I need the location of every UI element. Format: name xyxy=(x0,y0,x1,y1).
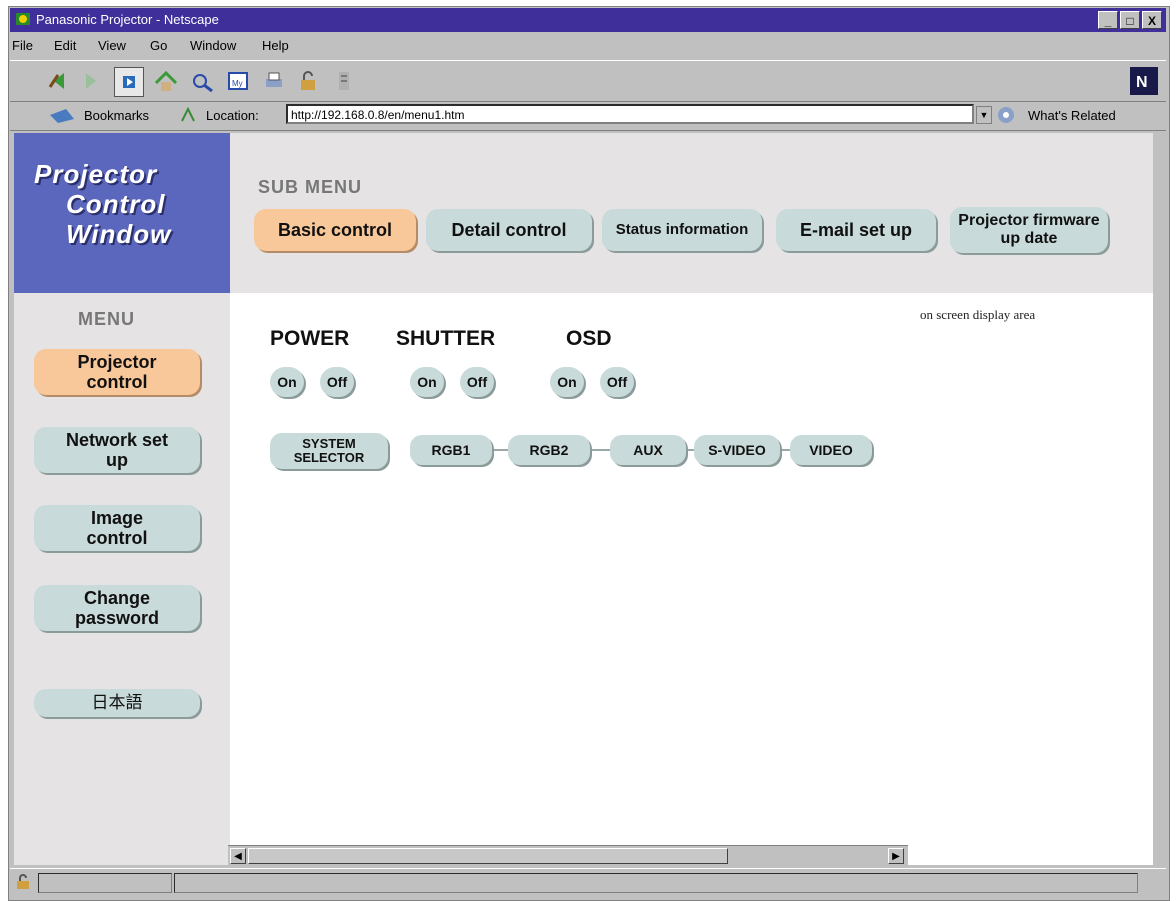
menu-help[interactable]: Help xyxy=(262,38,289,53)
menu-heading: MENU xyxy=(78,309,135,329)
menu-file[interactable]: File xyxy=(12,38,33,53)
minimize-button[interactable]: _ xyxy=(1098,11,1118,29)
osd-off-button[interactable]: Off xyxy=(600,367,634,397)
window-title: Panasonic Projector - Netscape xyxy=(36,12,219,27)
page-proxy-icon[interactable] xyxy=(178,105,198,125)
submenu-detail-control[interactable]: Detail control xyxy=(426,209,592,251)
input-rgb1-button[interactable]: RGB1 xyxy=(410,435,492,465)
osd-on-button[interactable]: On xyxy=(550,367,584,397)
menu-japanese-language[interactable]: 日本語 xyxy=(34,689,200,717)
input-connector xyxy=(490,449,510,451)
logo-line-3: Window xyxy=(66,219,172,249)
shutter-heading: SHUTTER xyxy=(396,327,496,350)
location-toolbar: Bookmarks Location: http://192.168.0.8/e… xyxy=(10,102,1166,131)
title-bar: Panasonic Projector - Netscape _ □ X xyxy=(10,8,1166,32)
page-viewport: Projector Control Window SUB MENU Basic … xyxy=(14,133,1153,865)
submenu-email-set-up[interactable]: E-mail set up xyxy=(776,209,936,251)
location-label: Location: xyxy=(206,108,259,123)
whats-related-icon[interactable] xyxy=(994,104,1022,126)
netscape-app-icon xyxy=(16,13,30,25)
maximize-button[interactable]: □ xyxy=(1120,11,1140,29)
input-s-video-button[interactable]: S-VIDEO xyxy=(694,435,780,465)
search-icon[interactable] xyxy=(188,67,216,95)
mynetscape-icon[interactable]: My xyxy=(224,67,252,95)
svg-text:My: My xyxy=(232,79,243,88)
menu-bar: File Edit View Go Window Help xyxy=(10,34,1166,58)
power-on-button[interactable]: On xyxy=(270,367,304,397)
scroll-left-button[interactable]: ◀ xyxy=(230,848,246,864)
projector-control-window-logo: Projector Control Window xyxy=(14,133,230,293)
sub-menu-heading: SUB MENU xyxy=(258,177,363,197)
home-icon[interactable] xyxy=(152,67,180,95)
stop-icon[interactable] xyxy=(330,67,358,95)
whats-related-label[interactable]: What's Related xyxy=(1028,108,1116,123)
menu-view[interactable]: View xyxy=(98,38,126,53)
close-button[interactable]: X xyxy=(1142,11,1162,29)
shutter-on-button[interactable]: On xyxy=(410,367,444,397)
menu-window[interactable]: Window xyxy=(190,38,236,53)
input-rgb2-button[interactable]: RGB2 xyxy=(508,435,590,465)
menu-go[interactable]: Go xyxy=(150,38,167,53)
url-input[interactable]: http://192.168.0.8/en/menu1.htm xyxy=(286,104,974,124)
security-lock-icon[interactable] xyxy=(14,873,34,891)
back-icon[interactable] xyxy=(44,67,72,95)
scroll-thumb[interactable] xyxy=(248,848,728,864)
submenu-basic-control[interactable]: Basic control xyxy=(254,209,416,251)
print-icon[interactable] xyxy=(260,67,288,95)
submenu-projector-firmware-update[interactable]: Projector firmware up date xyxy=(950,207,1108,253)
osd-heading: OSD xyxy=(566,327,612,350)
input-video-button[interactable]: VIDEO xyxy=(790,435,872,465)
input-aux-button[interactable]: AUX xyxy=(610,435,686,465)
logo-line-2: Control xyxy=(66,189,166,219)
shutter-off-button[interactable]: Off xyxy=(460,367,494,397)
navigation-toolbar: My N xyxy=(10,60,1166,102)
bookmarks-label[interactable]: Bookmarks xyxy=(84,108,149,123)
menu-network-set-up[interactable]: Network set up xyxy=(34,427,200,473)
menu-edit[interactable]: Edit xyxy=(54,38,76,53)
submenu-status-information[interactable]: Status information xyxy=(602,209,762,251)
power-heading: POWER xyxy=(270,327,350,350)
status-progress-field xyxy=(38,873,172,893)
horizontal-scrollbar[interactable]: ◀ ▶ xyxy=(228,845,908,866)
scroll-right-button[interactable]: ▶ xyxy=(888,848,904,864)
status-bar xyxy=(10,868,1166,897)
forward-icon[interactable] xyxy=(78,67,106,95)
system-selector-button[interactable]: SYSTEM SELECTOR xyxy=(270,433,388,469)
menu-projector-control[interactable]: Projector control xyxy=(34,349,200,395)
logo-line-1: Projector xyxy=(34,159,158,189)
status-message-field xyxy=(174,873,1138,893)
netscape-logo-icon: N xyxy=(1130,67,1158,95)
menu-image-control[interactable]: Image control xyxy=(34,505,200,551)
menu-change-password[interactable]: Change password xyxy=(34,585,200,631)
url-dropdown-button[interactable]: ▼ xyxy=(976,106,992,124)
svg-text:N: N xyxy=(1136,74,1148,91)
security-icon[interactable] xyxy=(294,67,322,95)
reload-icon[interactable] xyxy=(114,67,144,97)
osd-area-label: on screen display area xyxy=(920,307,1036,322)
bookmarks-icon[interactable] xyxy=(46,105,80,125)
power-off-button[interactable]: Off xyxy=(320,367,354,397)
